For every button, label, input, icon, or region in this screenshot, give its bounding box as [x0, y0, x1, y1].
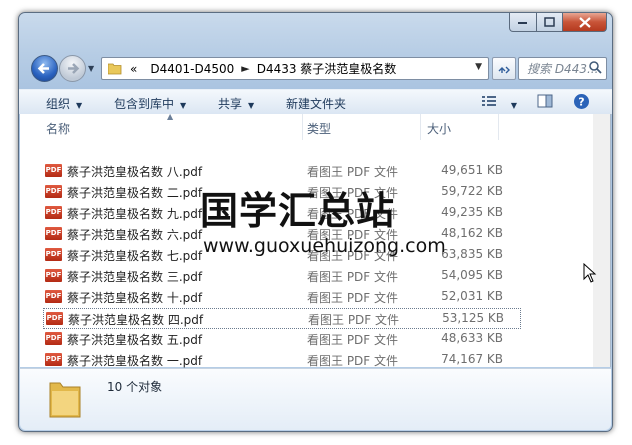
help-icon: ? [574, 94, 589, 109]
file-type: 看图王 PDF 文件 [307, 291, 399, 305]
file-size: 49,235 KB [441, 205, 503, 219]
column-header-type[interactable]: 类型 [307, 120, 331, 137]
file-type: 看图王 PDF 文件 [307, 354, 399, 368]
file-size: 59,722 KB [441, 184, 503, 198]
view-list-icon [482, 96, 496, 106]
close-icon [578, 16, 591, 28]
file-name[interactable]: 蔡子洪范皇极名数 二.pdf [67, 184, 202, 201]
preview-pane-icon [537, 94, 553, 108]
file-size: 48,633 KB [441, 331, 503, 345]
maximize-button[interactable] [537, 13, 563, 32]
maximize-icon [544, 17, 555, 27]
file-type: 看图王 PDF 文件 [307, 165, 399, 179]
arrow-left-icon [37, 63, 49, 74]
pdf-file-icon: PDF [45, 185, 62, 198]
folder-icon [108, 63, 122, 75]
organize-label: 组织 [46, 97, 71, 111]
pdf-file-icon: PDF [45, 290, 62, 303]
file-name[interactable]: 蔡子洪范皇极名数 十.pdf [67, 289, 202, 306]
file-size: 54,095 KB [441, 268, 503, 282]
file-row[interactable]: PDF 蔡子洪范皇极名数 三.pdf 看图王 PDF 文件 54,095 KB [43, 266, 519, 285]
item-count: 10 个对象 [107, 380, 163, 394]
file-row[interactable]: PDF 蔡子洪范皇极名数 八.pdf 看图王 PDF 文件 49,651 KB [43, 161, 519, 180]
sort-ascending-icon: ▲ [167, 112, 174, 121]
file-size: 49,651 KB [441, 163, 503, 177]
column-header-row: ▲ 名称 类型 大小 [20, 112, 610, 140]
file-type: 看图王 PDF 文件 [307, 333, 399, 347]
column-header-name[interactable]: 名称 [46, 120, 70, 137]
include-in-library-menu[interactable]: 包含到库中 ▼ [114, 95, 186, 112]
pdf-file-icon: PDF [45, 164, 62, 177]
svg-text:?: ? [578, 96, 584, 109]
view-options-button[interactable]: ▼ [481, 94, 517, 111]
refresh-button[interactable] [492, 57, 516, 80]
file-size: 52,031 KB [441, 289, 503, 303]
new-folder-button[interactable]: 新建文件夹 [286, 95, 346, 112]
organize-menu[interactable]: 组织 ▼ [46, 95, 82, 112]
file-name[interactable]: 蔡子洪范皇极名数 一.pdf [67, 352, 202, 369]
file-name[interactable]: 蔡子洪范皇极名数 九.pdf [67, 205, 202, 222]
file-row[interactable]: PDF 蔡子洪范皇极名数 五.pdf 看图王 PDF 文件 48,633 KB [43, 329, 519, 348]
file-name[interactable]: 蔡子洪范皇极名数 六.pdf [67, 226, 202, 243]
column-divider[interactable] [420, 114, 421, 140]
pdf-file-icon: PDF [45, 269, 62, 282]
address-bar-row: ▼ « D4401-D4500 ► D4433 蔡子洪范皇极名数 ▼ 搜索 D4… [19, 50, 612, 84]
file-type: 看图王 PDF 文件 [307, 270, 399, 284]
close-button[interactable] [563, 13, 607, 32]
file-row[interactable]: PDF 蔡子洪范皇极名数 一.pdf 看图王 PDF 文件 74,167 KB [43, 350, 519, 369]
chevron-down-icon: ▼ [180, 101, 187, 110]
vertical-scrollbar[interactable] [593, 114, 610, 367]
details-pane: 10 个对象 [20, 368, 611, 430]
minimize-icon [518, 22, 527, 24]
help-button[interactable]: ? [573, 93, 590, 113]
refresh-icon [498, 66, 510, 73]
breadcrumb-item-current[interactable]: D4433 蔡子洪范皇极名数 [257, 60, 397, 77]
caption-buttons [509, 13, 607, 32]
breadcrumb-separator-icon[interactable]: ► [241, 62, 249, 75]
chevron-down-icon: ▼ [248, 101, 255, 110]
pdf-file-icon: PDF [45, 227, 62, 240]
file-name[interactable]: 蔡子洪范皇极名数 四.pdf [68, 311, 203, 328]
preview-pane-button[interactable] [537, 94, 553, 111]
recent-pages-dropdown[interactable]: ▼ [88, 64, 94, 73]
new-folder-label: 新建文件夹 [286, 97, 347, 111]
pdf-file-icon: PDF [45, 353, 62, 366]
breadcrumb-overflow[interactable]: « [130, 62, 137, 76]
share-menu[interactable]: 共享 ▼ [218, 95, 254, 112]
folder-icon [49, 382, 81, 418]
pdf-file-icon: PDF [46, 312, 63, 325]
file-type: 看图王 PDF 文件 [308, 313, 400, 327]
pdf-file-icon: PDF [45, 332, 62, 345]
mouse-cursor-icon [583, 263, 597, 283]
column-divider[interactable] [302, 114, 303, 140]
address-history-dropdown-icon[interactable]: ▼ [475, 62, 482, 72]
share-label: 共享 [218, 97, 243, 111]
search-box[interactable]: 搜索 D443... [518, 57, 607, 80]
file-size: 74,167 KB [441, 352, 503, 366]
file-row[interactable]: PDF 蔡子洪范皇极名数 四.pdf 看图王 PDF 文件 53,125 KB [43, 308, 521, 329]
pdf-file-icon: PDF [45, 248, 62, 261]
watermark-title: 国学汇总站 [200, 189, 396, 233]
address-bar[interactable]: « D4401-D4500 ► D4433 蔡子洪范皇极名数 ▼ [101, 57, 489, 80]
file-name[interactable]: 蔡子洪范皇极名数 七.pdf [67, 247, 202, 264]
arrow-right-icon [68, 63, 80, 74]
pdf-file-icon: PDF [45, 206, 62, 219]
file-name[interactable]: 蔡子洪范皇极名数 五.pdf [67, 331, 202, 348]
include-in-library-label: 包含到库中 [114, 97, 175, 111]
column-divider[interactable] [498, 114, 499, 140]
file-name[interactable]: 蔡子洪范皇极名数 八.pdf [67, 163, 202, 180]
chevron-down-icon: ▼ [510, 101, 517, 110]
command-bar: 组织 ▼ 包含到库中 ▼ 共享 ▼ 新建文件夹 ▼ ? [19, 89, 612, 115]
column-header-size[interactable]: 大小 [427, 120, 451, 137]
forward-button[interactable] [59, 55, 86, 82]
breadcrumb-item-parent[interactable]: D4401-D4500 [150, 62, 234, 76]
watermark-url: www.guoxuehuizong.com [203, 235, 446, 257]
file-name[interactable]: 蔡子洪范皇极名数 三.pdf [67, 268, 202, 285]
file-row[interactable]: PDF 蔡子洪范皇极名数 十.pdf 看图王 PDF 文件 52,031 KB [43, 287, 519, 306]
search-icon[interactable] [588, 60, 602, 74]
chevron-down-icon: ▼ [76, 101, 83, 110]
back-button[interactable] [31, 55, 58, 82]
file-size: 53,125 KB [442, 311, 504, 325]
minimize-button[interactable] [509, 13, 537, 32]
